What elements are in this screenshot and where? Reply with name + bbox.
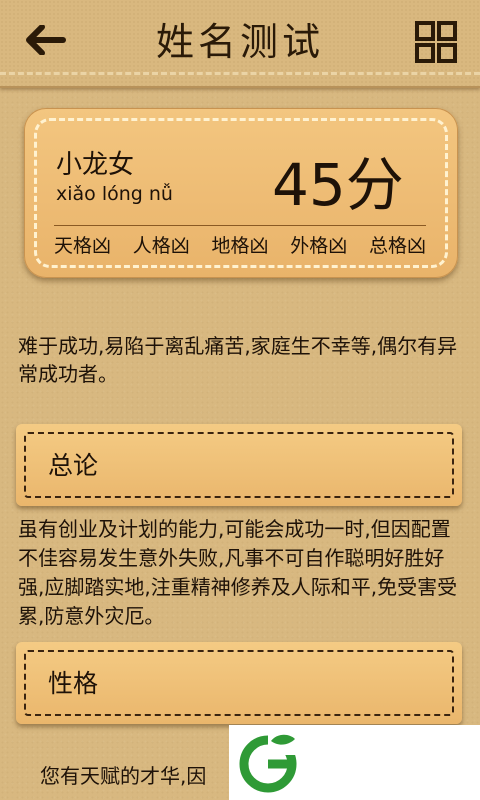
result-name: 小龙女 bbox=[56, 150, 135, 180]
result-score: 45分 bbox=[272, 151, 404, 219]
ge-ren: 人格凶 bbox=[132, 235, 190, 257]
grid-menu-icon bbox=[415, 21, 457, 63]
back-button[interactable] bbox=[22, 20, 70, 60]
menu-button[interactable] bbox=[414, 20, 458, 64]
summary-text: 难于成功,易陷于离乱痛苦,家庭生不幸等,偶尔有异常成功者。 bbox=[18, 334, 458, 386]
section-label: 性格 bbox=[48, 669, 99, 698]
ge-di: 地格凶 bbox=[211, 235, 269, 257]
ge-zong: 总格凶 bbox=[368, 235, 426, 257]
ge-wai: 外格凶 bbox=[290, 235, 348, 257]
back-arrow-icon bbox=[26, 25, 66, 55]
green-g-logo-icon bbox=[239, 734, 298, 793]
section-xingge-header[interactable]: 性格 bbox=[16, 642, 462, 724]
ge-tian: 天格凶 bbox=[54, 235, 112, 257]
section-zonglun-header[interactable]: 总论 bbox=[16, 424, 462, 506]
logo-overlay bbox=[229, 725, 480, 800]
app-header: 姓名测试 bbox=[0, 0, 480, 88]
page-title: 姓名测试 bbox=[155, 20, 324, 64]
section-zonglun-text: 虽有创业及计划的能力,可能会成功一时,但因配置不佳容易发生意外失败,凡事不可自作… bbox=[18, 517, 458, 628]
result-pinyin: xiǎo lóng nǚ bbox=[56, 183, 173, 205]
card-divider bbox=[54, 225, 426, 226]
section-label: 总论 bbox=[48, 451, 99, 480]
ge-list: 天格凶 人格凶 地格凶 外格凶 总格凶 bbox=[54, 231, 426, 258]
